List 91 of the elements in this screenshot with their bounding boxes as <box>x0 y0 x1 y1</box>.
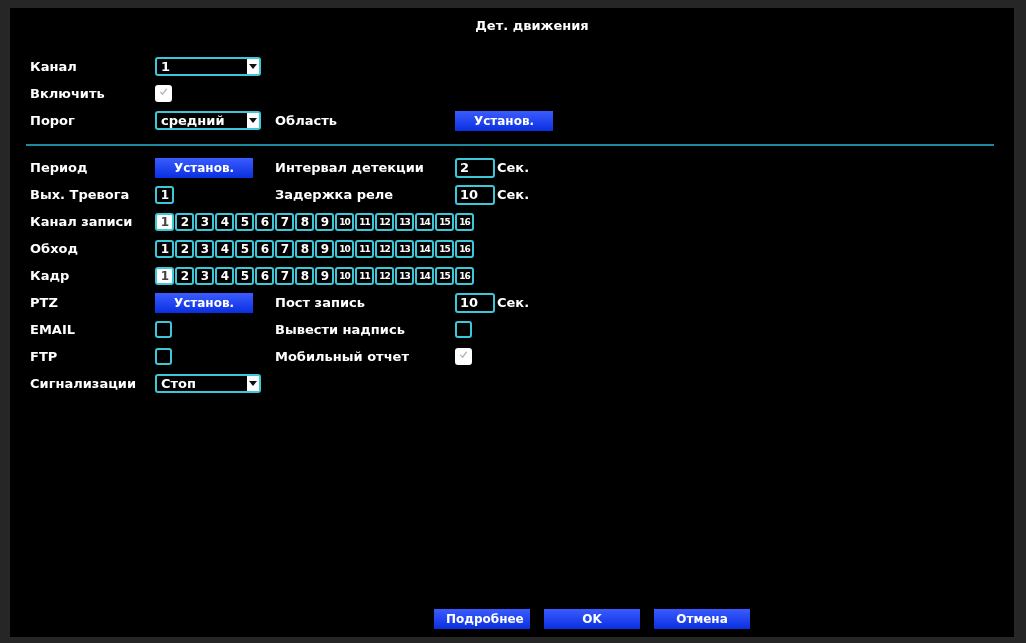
channel-toggle[interactable]: 15 <box>435 212 454 231</box>
channel-toggle[interactable]: 14 <box>415 239 434 258</box>
channel-toggle[interactable]: 14 <box>415 266 434 285</box>
channel-toggle[interactable]: 16 <box>455 266 474 285</box>
input-field[interactable]: 10 <box>455 292 495 313</box>
channel-toggle[interactable]: 5 <box>235 212 254 231</box>
set-button[interactable]: Установ. <box>155 158 253 178</box>
channel-toggle[interactable]: 14 <box>415 212 434 231</box>
channel-toggle[interactable]: 11 <box>355 212 374 231</box>
check-icon <box>459 350 468 359</box>
field-label: Включить <box>30 86 106 101</box>
dropdown-caret-icon[interactable] <box>247 376 259 391</box>
checkbox[interactable] <box>155 321 172 338</box>
field-label: Обход <box>30 241 79 256</box>
dialog-button[interactable]: Отмена <box>654 609 750 629</box>
input-field[interactable]: 10 <box>455 184 495 205</box>
channel-toggle[interactable]: 2 <box>175 239 194 258</box>
field-label: EMAIL <box>30 322 76 337</box>
channel-toggle[interactable]: 1 <box>155 239 174 258</box>
channel-toggle[interactable]: 12 <box>375 266 394 285</box>
field-label: Порог <box>30 113 76 128</box>
dialog-button[interactable]: OK <box>544 609 640 629</box>
field-label: Задержка реле <box>275 187 395 202</box>
dropdown-caret-icon[interactable] <box>247 59 259 74</box>
channel-toggle[interactable]: 8 <box>295 239 314 258</box>
channel-toggle[interactable]: 6 <box>255 266 274 285</box>
input-field[interactable]: 2 <box>455 157 495 178</box>
field-label: Сигнализации <box>30 376 137 391</box>
channel-toggle[interactable]: 6 <box>255 239 274 258</box>
check-icon <box>159 87 168 96</box>
field-label: Область <box>275 113 338 128</box>
checkbox[interactable] <box>155 348 172 365</box>
field-label: Мобильный отчет <box>275 349 410 364</box>
channel-toggle[interactable]: 8 <box>295 212 314 231</box>
channel-toggle[interactable]: 13 <box>395 239 414 258</box>
checkbox[interactable] <box>455 321 472 338</box>
channel-toggle[interactable]: 10 <box>335 239 354 258</box>
channel-toggle[interactable]: 13 <box>395 212 414 231</box>
channel-toggle[interactable]: 5 <box>235 266 254 285</box>
dropdown[interactable]: средний <box>155 111 261 130</box>
channel-toggle[interactable]: 1 <box>155 266 174 285</box>
channel-toggle[interactable]: 6 <box>255 212 274 231</box>
channel-toggle[interactable]: 1 <box>155 185 174 204</box>
set-button[interactable]: Установ. <box>155 293 253 313</box>
channel-toggle[interactable]: 11 <box>355 266 374 285</box>
channel-toggle[interactable]: 7 <box>275 266 294 285</box>
channel-toggle[interactable]: 16 <box>455 212 474 231</box>
field-label: Пост запись <box>275 295 366 310</box>
channel-toggle[interactable]: 2 <box>175 266 194 285</box>
channel-toggle[interactable]: 3 <box>195 212 214 231</box>
channel-toggle[interactable]: 15 <box>435 266 454 285</box>
channel-toggle[interactable]: 2 <box>175 212 194 231</box>
field-label: FTP <box>30 349 59 364</box>
field-label: PTZ <box>30 295 59 310</box>
dialog-button[interactable]: Подробнее <box>434 609 530 629</box>
channel-toggle[interactable]: 9 <box>315 266 334 285</box>
field-label: Интервал детекции <box>275 160 425 175</box>
unit-label: Сек. <box>497 187 530 202</box>
channel-toggle[interactable]: 9 <box>315 239 334 258</box>
channel-toggle[interactable]: 13 <box>395 266 414 285</box>
channel-toggle[interactable]: 12 <box>375 239 394 258</box>
channel-toggle[interactable]: 4 <box>215 266 234 285</box>
field-label: Вых. Тревога <box>30 187 131 202</box>
channel-toggle[interactable]: 3 <box>195 239 214 258</box>
dropdown[interactable]: 1 <box>155 57 261 76</box>
channel-toggle[interactable]: 11 <box>355 239 374 258</box>
field-label: Период <box>30 160 89 175</box>
channel-toggle[interactable]: 5 <box>235 239 254 258</box>
channel-toggle[interactable]: 10 <box>335 266 354 285</box>
field-label: Канал записи <box>30 214 134 229</box>
channel-toggle[interactable]: 12 <box>375 212 394 231</box>
channel-toggle[interactable]: 10 <box>335 212 354 231</box>
channel-toggle[interactable]: 7 <box>275 239 294 258</box>
channel-toggle[interactable]: 8 <box>295 266 314 285</box>
channel-toggle[interactable]: 9 <box>315 212 334 231</box>
field-label: Канал <box>30 59 78 74</box>
set-button[interactable]: Установ. <box>455 111 553 131</box>
channel-toggle[interactable]: 3 <box>195 266 214 285</box>
field-label: Вывести надпись <box>275 322 406 337</box>
field-label: Кадр <box>30 268 71 283</box>
unit-label: Сек. <box>497 160 530 175</box>
channel-toggle[interactable]: 1 <box>155 212 174 231</box>
channel-toggle[interactable]: 16 <box>455 239 474 258</box>
window-title: Дет. движения <box>475 18 589 33</box>
dropdown-caret-icon[interactable] <box>247 113 259 128</box>
channel-toggle[interactable]: 15 <box>435 239 454 258</box>
channel-toggle[interactable]: 7 <box>275 212 294 231</box>
unit-label: Сек. <box>497 295 530 310</box>
dropdown[interactable]: Стоп <box>155 374 261 393</box>
channel-toggle[interactable]: 4 <box>215 239 234 258</box>
channel-toggle[interactable]: 4 <box>215 212 234 231</box>
